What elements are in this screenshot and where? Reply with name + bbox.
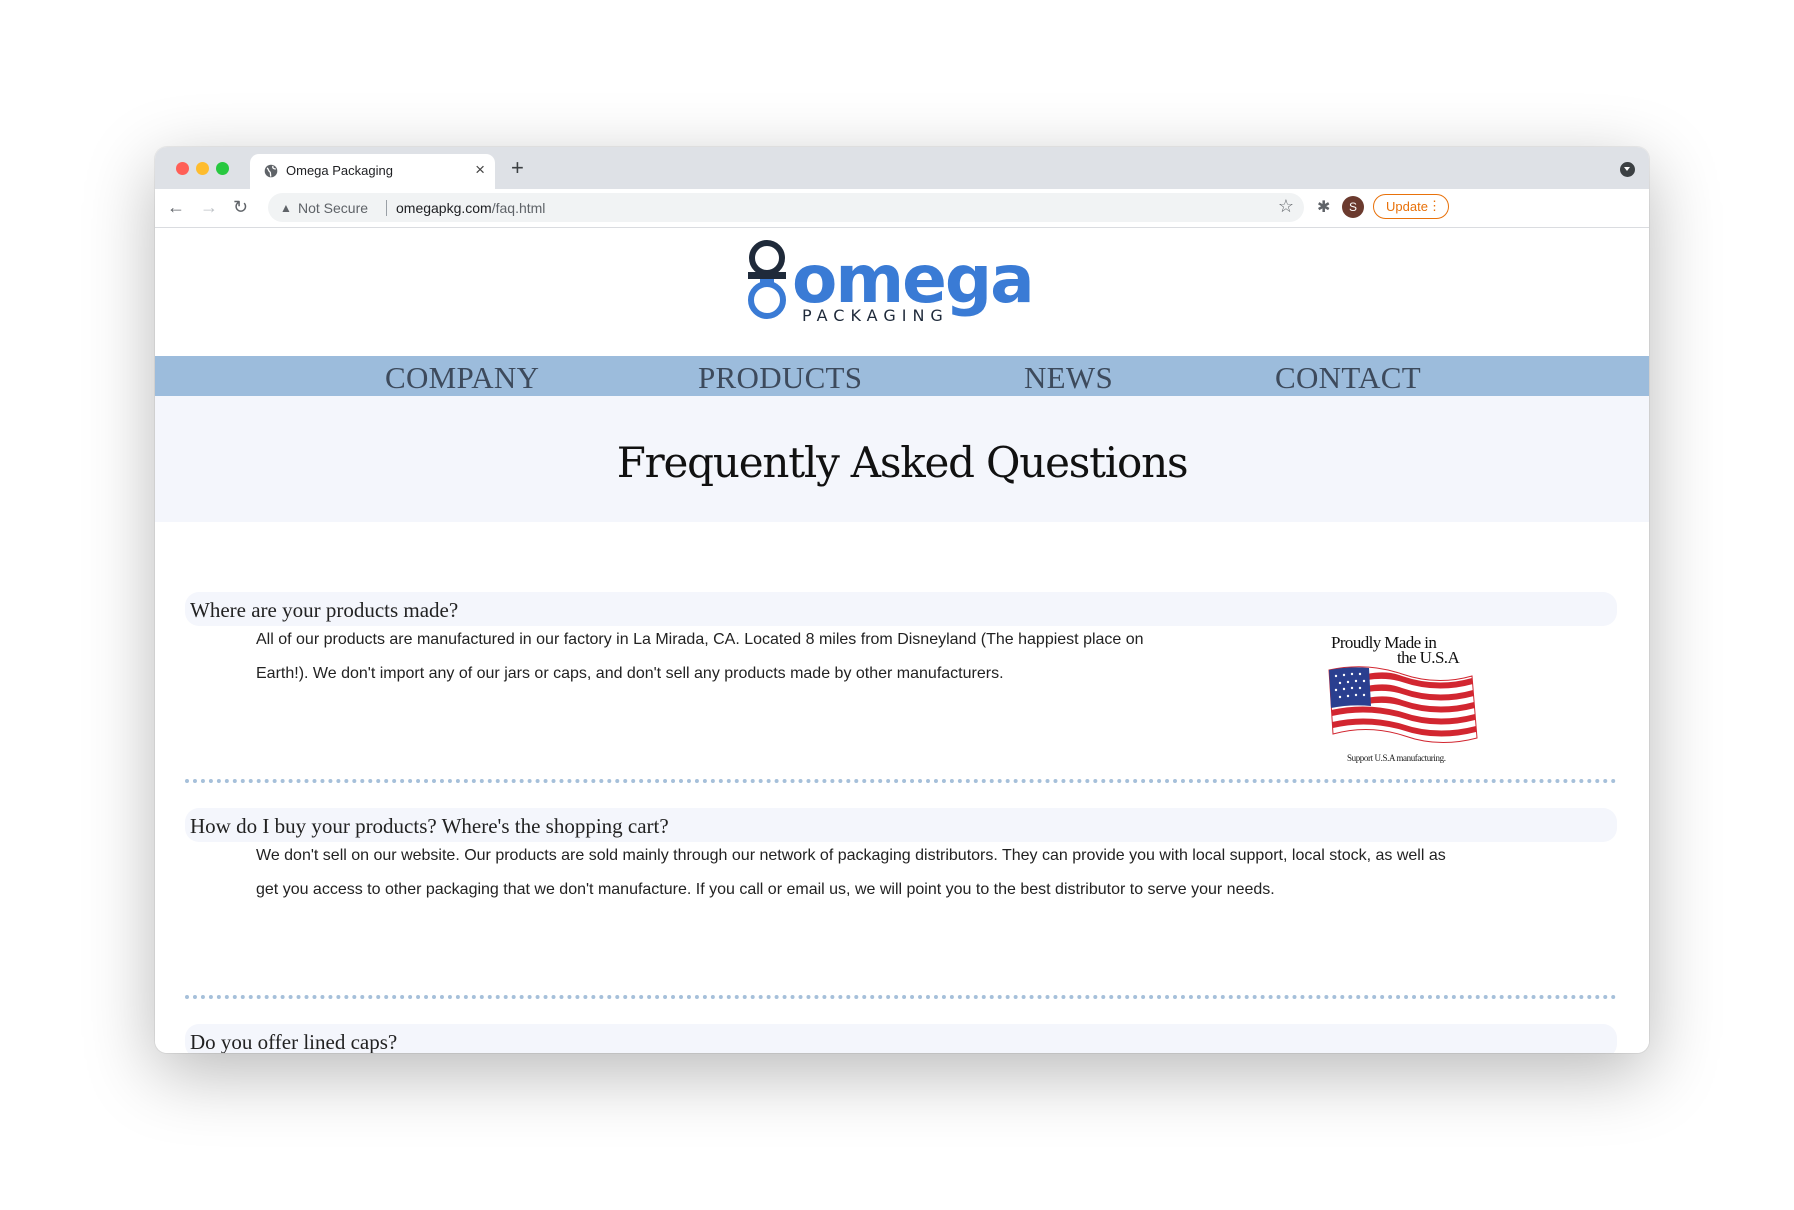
minimize-window-button[interactable] [196,162,209,175]
tab-search-icon[interactable] [1620,162,1635,177]
star-icon[interactable]: ☆ [1278,196,1294,217]
faq-divider [185,995,1617,999]
url-text[interactable]: omegapkg.com/faq.html [396,200,545,216]
nav-company[interactable]: COMPANY [385,360,539,396]
tab-close-icon[interactable]: × [475,160,485,180]
url-path: /faq.html [491,200,546,216]
badge-line-2: the U.S.A [1397,648,1460,667]
faq-answer-line: All of our products are manufactured in … [256,631,1144,648]
reload-icon[interactable]: ↻ [233,196,248,218]
url-host: omegapkg.com [396,200,492,216]
faq-answer-line: Earth!). We don't import any of our jars… [256,665,1004,682]
faq-divider [185,779,1617,783]
globe-icon [264,164,278,178]
faq-question-text: How do I buy your products? Where's the … [190,814,669,838]
nav-contact[interactable]: CONTACT [1275,360,1421,396]
avatar[interactable]: S [1342,196,1364,218]
faq-answer-line: get you access to other packaging that w… [256,881,1275,898]
arrow-left-icon[interactable]: ← [167,196,185,218]
browser-toolbar: ← → ↻ ▲ Not Secure omegapkg.com/faq.html… [155,189,1649,228]
badge-footer: Support U.S.A manufacturing. [1347,753,1446,763]
omnibox-divider [386,200,387,216]
nav-products[interactable]: PRODUCTS [698,360,862,396]
address-bar[interactable]: ▲ Not Secure omegapkg.com/faq.html ☆ [268,193,1304,222]
made-in-usa-badge: Proudly Made in the U.S.A Support U.S.A … [1328,633,1478,763]
tab-omega-packaging[interactable]: Omega Packaging × [250,154,495,189]
faq-question: Where are your products made? [185,592,1617,626]
faq-answer-line: We don't sell on our website. Our produc… [256,847,1446,864]
web-page: omega PACKAGING COMPANY PRODUCTS NEWS CO… [155,228,1649,1053]
kebab-menu-icon: ⋮ [1428,198,1441,213]
omega-logo[interactable]: omega PACKAGING [740,236,1070,336]
tab-title: Omega Packaging [286,163,393,178]
faq-question-text: Where are your products made? [190,598,459,622]
update-label: Update [1386,199,1428,214]
security-label[interactable]: Not Secure [298,200,368,216]
maximize-window-button[interactable] [216,162,229,175]
page-title: Frequently Asked Questions [616,438,1189,487]
nav-news[interactable]: NEWS [1024,360,1113,396]
usa-flag-icon [1328,666,1478,744]
logo-tagline: PACKAGING [802,306,949,325]
browser-window: Omega Packaging × + ← → ↻ ▲ Not Secure o… [155,147,1649,1053]
close-window-button[interactable] [176,162,189,175]
main-nav: COMPANY PRODUCTS NEWS CONTACT [155,356,1649,396]
faq-question: Do you offer lined caps? [185,1024,1617,1053]
page-header: Frequently Asked Questions [155,396,1649,522]
update-button[interactable]: Update ⋮ [1373,194,1449,219]
puzzle-icon[interactable]: ✱ [1317,197,1330,217]
warning-icon[interactable]: ▲ [280,201,292,215]
faq-question: How do I buy your products? Where's the … [185,808,1617,842]
tab-strip: Omega Packaging × + [155,147,1649,189]
faq-question-text: Do you offer lined caps? [190,1030,398,1053]
new-tab-button[interactable]: + [511,155,524,181]
arrow-right-icon[interactable]: → [200,196,218,218]
